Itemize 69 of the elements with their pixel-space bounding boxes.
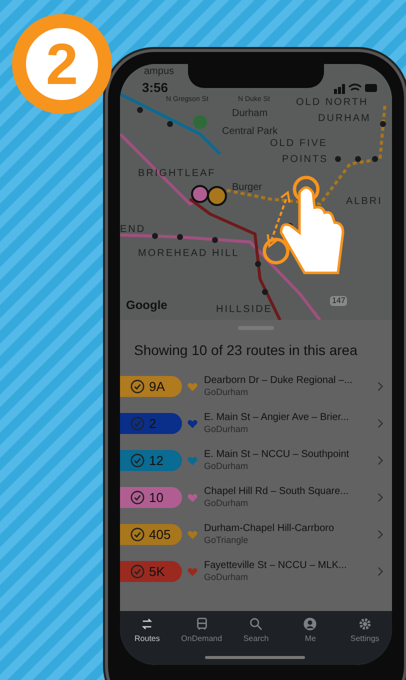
route-row[interactable]: 10 Chapel Hill Rd – South Square... GoDurham	[120, 479, 392, 516]
step-number-badge: 2	[12, 14, 112, 114]
chevron-icon	[377, 566, 384, 577]
route-number: 12	[149, 453, 164, 468]
heart-icon[interactable]	[187, 566, 198, 576]
heart-icon[interactable]	[187, 530, 198, 540]
search-icon	[249, 617, 264, 631]
route-title: Dearborn Dr – Duke Regional –...	[204, 374, 354, 388]
bus-icon	[194, 617, 209, 631]
route-number: 405	[149, 527, 171, 542]
route-agency: GoDurham	[204, 498, 250, 510]
checked-circle-icon[interactable]	[130, 527, 145, 542]
route-row[interactable]: 2 E. Main St – Angier Ave – Brier... GoDurham	[120, 405, 392, 442]
heart-icon[interactable]	[187, 492, 198, 502]
status-time: 3:56	[142, 80, 168, 95]
route-title: Fayetteville St – NCCU – MLK...	[204, 559, 348, 572]
route-row[interactable]: 9A Dearborn Dr – Duke Regional –... GoDurham	[120, 368, 392, 405]
route-title: Durham-Chapel Hill-Carrboro	[204, 522, 336, 536]
map-label: OLD NORTH	[296, 97, 368, 109]
map-label: ALBRI	[346, 196, 382, 208]
checked-circle-icon[interactable]	[130, 490, 145, 505]
route-number: 5K	[149, 564, 165, 579]
status-icons	[334, 82, 378, 94]
map-label: MOREHEAD HILL	[138, 248, 240, 260]
map-attribution: Google	[126, 298, 168, 312]
heart-icon[interactable]	[187, 418, 198, 428]
checked-circle-icon[interactable]	[130, 379, 145, 394]
chevron-icon	[377, 418, 384, 429]
route-row[interactable]: 5K Fayetteville St – NCCU – MLK... GoDurham	[120, 553, 392, 590]
map-label: DURHAM	[318, 113, 371, 125]
map-label: HILLSIDE	[216, 304, 272, 316]
route-agency: GoTriangle	[204, 535, 250, 547]
chevron-icon	[377, 529, 384, 540]
map-label: END	[120, 224, 146, 236]
settings-icon	[358, 617, 372, 631]
heart-icon[interactable]	[187, 382, 198, 392]
chevron-icon	[377, 492, 384, 503]
route-number: 10	[149, 490, 164, 505]
route-row[interactable]: 405 Durham-Chapel Hill-Carrboro GoTriangle	[120, 516, 392, 553]
map-label: 147	[330, 296, 348, 306]
route-agency: GoDurham	[204, 387, 250, 399]
tab[interactable]: Search	[228, 617, 284, 665]
checked-circle-icon[interactable]	[130, 564, 145, 579]
tab[interactable]: Settings	[338, 617, 392, 665]
routes-count-heading: Showing 10 of 23 routes in this area	[133, 342, 358, 360]
arrows-icon	[140, 617, 154, 631]
heart-icon[interactable]	[187, 456, 198, 466]
route-number: 9A	[149, 379, 165, 394]
map-label: Durham	[232, 108, 268, 120]
chevron-icon	[377, 381, 384, 392]
route-row[interactable]: 12 E. Main St – NCCU – Southpoint GoDurham	[120, 442, 392, 479]
route-number: 2	[149, 416, 156, 431]
person-icon	[303, 617, 318, 631]
map-label: Burger	[232, 182, 262, 194]
route-title: E. Main St – NCCU – Southpoint	[204, 448, 350, 462]
map-label: POINTS	[282, 154, 328, 166]
map-label: Central Park	[222, 126, 278, 138]
route-agency: GoDurham	[204, 424, 250, 436]
map-label: OLD FIVE	[270, 138, 328, 150]
route-title: E. Main St – Angier Ave – Brier...	[204, 411, 350, 424]
tab[interactable]: Routes	[120, 617, 174, 665]
tab[interactable]: OnDemand	[174, 617, 229, 665]
route-agency: GoDurham	[204, 572, 250, 584]
route-title: Chapel Hill Rd – South Square...	[204, 485, 350, 498]
map-label: ampus	[144, 66, 174, 78]
checked-circle-icon[interactable]	[130, 416, 145, 431]
checked-circle-icon[interactable]	[130, 453, 145, 468]
route-agency: GoDurham	[204, 461, 250, 473]
chevron-icon	[377, 455, 384, 466]
